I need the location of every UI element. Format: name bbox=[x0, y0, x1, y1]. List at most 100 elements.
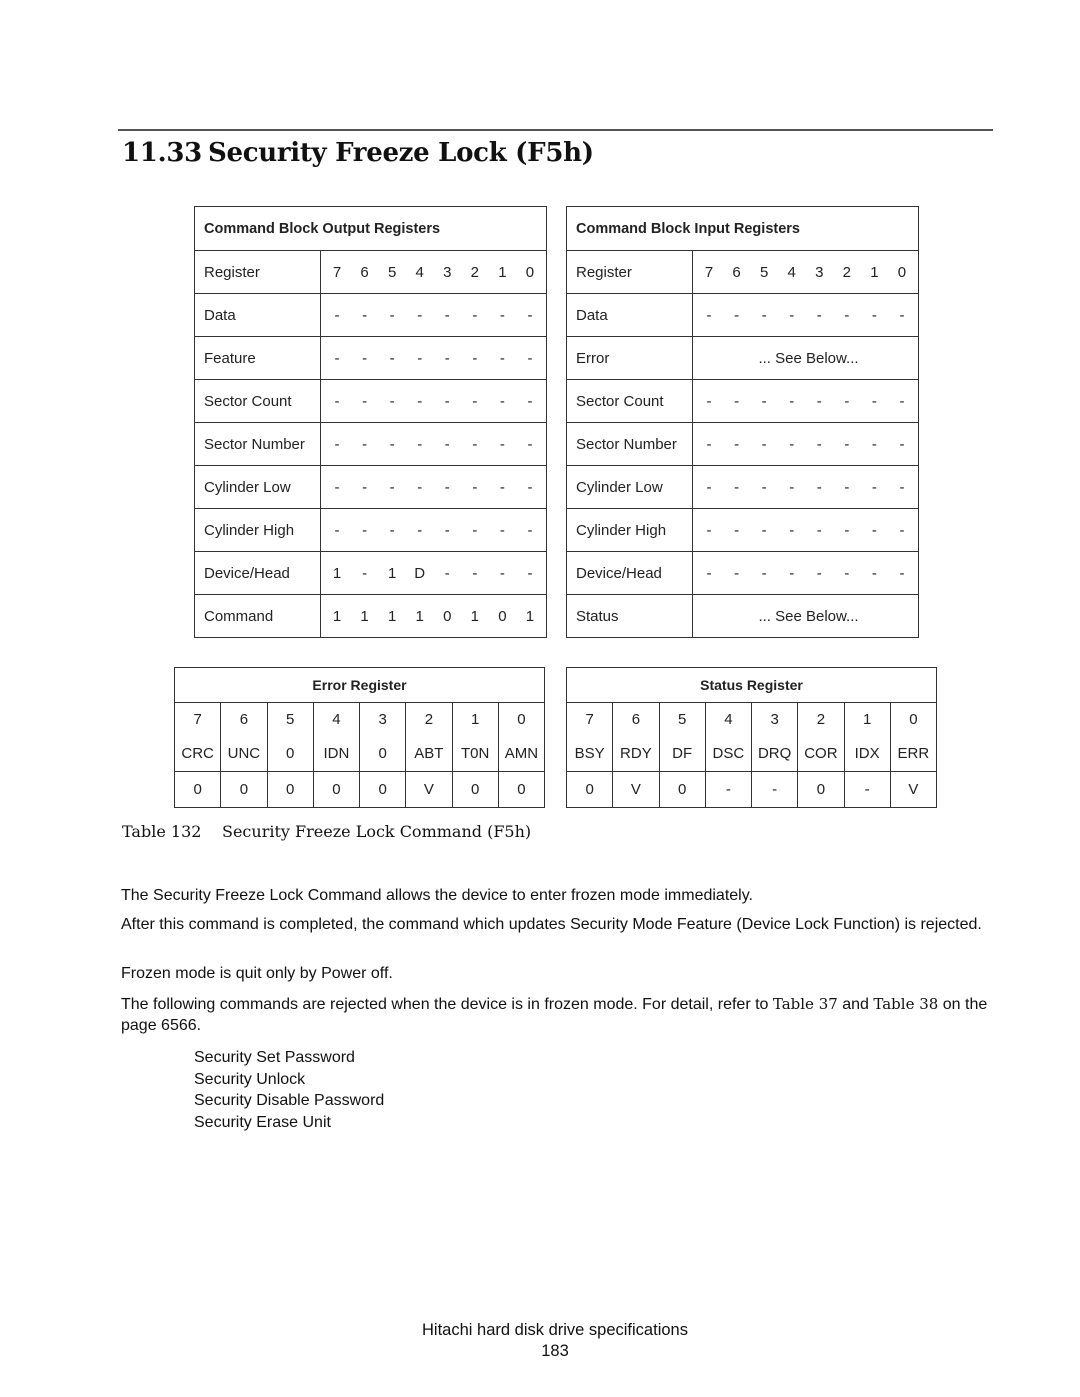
table-caption: Table 132 Security Freeze Lock Command (F… bbox=[122, 822, 531, 841]
bit-cell: 4 DSC bbox=[704, 702, 753, 772]
bit-value: 1 bbox=[387, 607, 397, 625]
bit-cell: 6 RDY bbox=[612, 702, 660, 772]
bit-value: - bbox=[417, 478, 423, 496]
bit-value: - bbox=[527, 435, 533, 453]
bit-value: - bbox=[334, 478, 340, 496]
bit-value: - bbox=[362, 435, 368, 453]
list-item: Security Disable Password bbox=[194, 1092, 385, 1109]
bit-value: 1 bbox=[332, 564, 342, 582]
bit-value: - bbox=[871, 435, 877, 453]
bit-value: - bbox=[761, 478, 767, 496]
paragraph: Frozen mode is quit only by Power off. bbox=[121, 965, 393, 982]
bit-value: - bbox=[444, 306, 450, 324]
bit-value: - bbox=[527, 306, 533, 324]
bit-cell: 0 ERR bbox=[889, 702, 938, 772]
bit-value: - bbox=[789, 392, 795, 410]
register-name: Cylinder High bbox=[566, 508, 693, 552]
bit-number: 6 bbox=[239, 711, 249, 728]
bit-value: - bbox=[761, 564, 767, 582]
register-name: Error bbox=[566, 336, 693, 380]
bit-cell: 0 AMN bbox=[497, 702, 546, 772]
table-header: Command Block Output Registers bbox=[194, 206, 547, 251]
bit-cell: 7 CRC bbox=[173, 702, 222, 772]
rejected-commands-list: Security Set Password Security Unlock Se… bbox=[194, 1047, 384, 1133]
list-item: Security Unlock bbox=[194, 1070, 306, 1088]
see-below-note: ... See Below... bbox=[692, 336, 919, 380]
bit-value: 1 bbox=[870, 263, 879, 281]
bit-value: - bbox=[761, 306, 767, 324]
bit-value: 1 bbox=[360, 607, 369, 625]
bit-cell: 2 COR bbox=[797, 702, 845, 772]
table-row: Command 1 1 1 1 0 1 0 1 bbox=[194, 594, 547, 638]
bit-value: - bbox=[816, 435, 822, 453]
bit-value: - bbox=[816, 478, 822, 496]
bit-value: - bbox=[362, 306, 368, 324]
table-row: Sector Count - - - - - - - - bbox=[566, 379, 919, 423]
bit-value: - bbox=[362, 521, 368, 539]
bit-value: 7 bbox=[332, 263, 342, 281]
bit-value: - bbox=[499, 564, 505, 582]
bit-value: - bbox=[527, 478, 533, 496]
bit-value: - bbox=[499, 306, 505, 324]
bit-value: 0 bbox=[797, 771, 845, 808]
bit-number: 7 bbox=[193, 711, 202, 728]
status-register-table: Status Register 7 BSY 6 RDY 5 DF 4 DSC 3 DRQ 2 COR 1 I… bbox=[565, 667, 938, 808]
register-name: Cylinder Low bbox=[194, 465, 321, 509]
register-name: Device/Head bbox=[194, 551, 321, 595]
register-name: Feature bbox=[194, 336, 321, 380]
register-name: Sector Count bbox=[194, 379, 321, 423]
bit-name: COR bbox=[804, 745, 838, 762]
bit-value: - bbox=[789, 435, 795, 453]
bit-cell: 4 IDN bbox=[312, 702, 361, 772]
bit-value: 1 bbox=[470, 607, 479, 625]
bit-name: DRQ bbox=[757, 745, 792, 762]
bit-cell: 30 bbox=[358, 702, 407, 772]
table-header: Command Block Input Registers bbox=[566, 206, 919, 251]
bit-value: V bbox=[889, 771, 938, 808]
bit-value: 0 bbox=[312, 771, 361, 808]
bit-value: - bbox=[899, 306, 905, 324]
register-name: Sector Count bbox=[566, 379, 693, 423]
register-name: Device/Head bbox=[566, 551, 693, 595]
bit-value: V bbox=[612, 771, 660, 808]
bit-value: - bbox=[899, 521, 905, 539]
bit-value: 1 bbox=[415, 607, 424, 625]
bit-name: AMN bbox=[504, 745, 539, 762]
paragraph: The Security Freeze Lock Command allows … bbox=[121, 887, 753, 904]
bit-value: - bbox=[444, 521, 450, 539]
list-item: Security Set Password bbox=[194, 1049, 355, 1066]
bit-value: - bbox=[844, 521, 850, 539]
bit-value: - bbox=[417, 349, 423, 367]
bit-value: 1 bbox=[332, 607, 342, 625]
bit-name: DSC bbox=[712, 745, 745, 762]
bit-value: - bbox=[816, 392, 822, 410]
register-name: Sector Number bbox=[194, 422, 321, 466]
table-row: Cylinder Low - - - - - - - - bbox=[566, 465, 919, 509]
bit-value: - bbox=[417, 392, 423, 410]
error-register-table: Error Register 7 CRC 6 UNC 5 0 4 IDN 3 0 2 ABT 1 T0N 0 A… bbox=[173, 667, 546, 808]
bit-value: 1 bbox=[498, 263, 507, 281]
output-registers-table: Command Block Output Registers Register 7 6… bbox=[194, 206, 547, 638]
bit-value: 7 bbox=[704, 263, 714, 281]
section-number: 11.33 bbox=[122, 138, 202, 168]
footer-title: Hitachi hard disk drive specifications bbox=[422, 1321, 688, 1339]
section-heading: 11.33 Security Freeze Lock (F5h) bbox=[122, 138, 594, 168]
bit-value: V bbox=[405, 771, 453, 808]
bit-value: - bbox=[871, 564, 877, 582]
table-reference-link[interactable]: Table 37 bbox=[773, 995, 838, 1013]
table-row: Data - - - - - - - - bbox=[194, 293, 547, 337]
bit-value: 6 bbox=[360, 263, 369, 281]
bit-value: 0 bbox=[565, 771, 614, 808]
bit-value: 3 bbox=[443, 263, 452, 281]
bit-value: - bbox=[499, 521, 505, 539]
table-caption-text: Security Freeze Lock Command (F5h) bbox=[222, 822, 532, 841]
bit-value: - bbox=[499, 478, 505, 496]
register-name: Cylinder High bbox=[194, 508, 321, 552]
bit-value: - bbox=[444, 478, 450, 496]
table-row: Device/Head - - - - - - - - bbox=[566, 551, 919, 595]
register-name: Status bbox=[566, 594, 693, 638]
bit-number: 0 bbox=[517, 711, 526, 728]
table-row: Error... See Below... bbox=[566, 336, 919, 380]
bit-value: - bbox=[527, 349, 533, 367]
table-reference-link[interactable]: Table 38 bbox=[873, 995, 938, 1013]
